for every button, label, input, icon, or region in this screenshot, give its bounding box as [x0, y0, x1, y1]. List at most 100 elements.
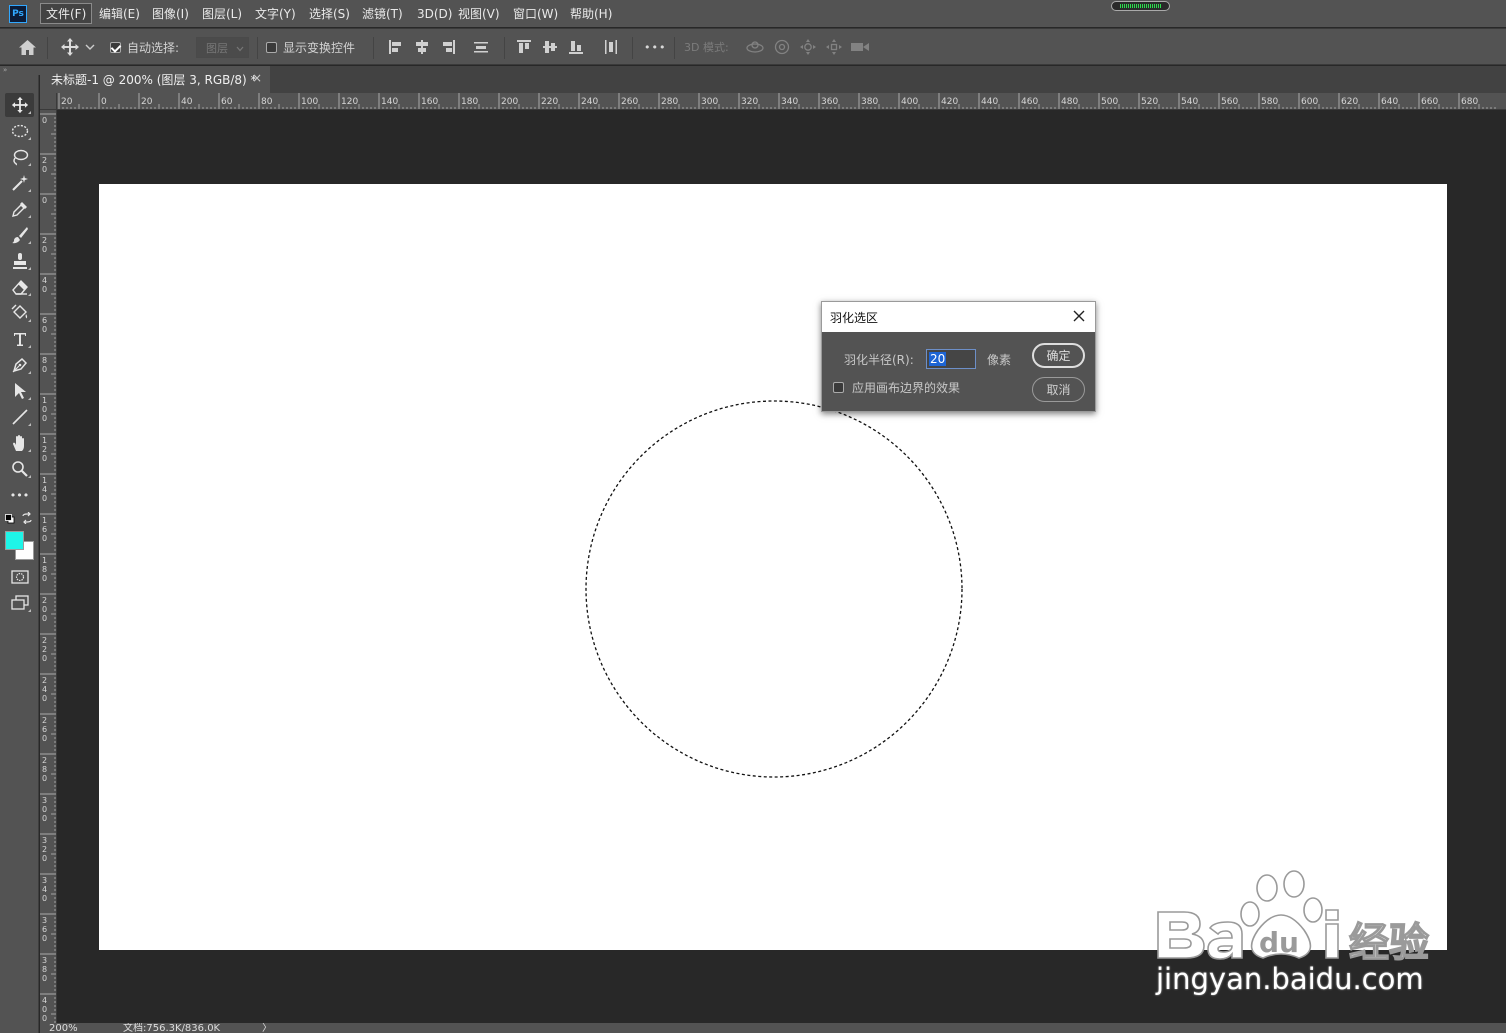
chevron-down-icon — [85, 44, 95, 50]
document-canvas[interactable] — [99, 184, 1447, 950]
close-icon[interactable] — [1071, 308, 1087, 324]
eraser-tool[interactable] — [5, 275, 34, 299]
cancel-button[interactable]: 取消 — [1032, 377, 1085, 402]
zoom-level-field[interactable]: 200% — [40, 1023, 90, 1033]
menu-bar: Ps 文件(F) 编辑(E) 图像(I) 图层(L) 文字(Y) 选择(S) 滤镜(T) 3D… — [0, 0, 1506, 27]
menu-item-7[interactable]: 3D(D) — [412, 3, 457, 24]
menu-item-6[interactable]: 滤镜(T) — [357, 3, 408, 24]
3d-orbit-button[interactable] — [745, 29, 765, 65]
ruler-label-char: 3 — [42, 796, 47, 805]
distribute-vertical-button[interactable] — [473, 29, 489, 65]
auto-select-checkbox[interactable] — [110, 41, 121, 53]
ruler-label: 660 — [1421, 97, 1438, 107]
ruler-label-char: 2 — [42, 645, 47, 654]
align-horizontal-center-button[interactable] — [414, 29, 430, 65]
align-top-icon — [517, 40, 531, 53]
quick-mask-button[interactable] — [5, 565, 34, 589]
pen-tool[interactable] — [5, 353, 34, 377]
zoom-tool[interactable] — [5, 457, 34, 481]
ruler-label: 260 — [621, 97, 638, 107]
home-button[interactable] — [18, 29, 37, 65]
brush-tool[interactable] — [5, 223, 34, 247]
screen-mode-button[interactable] — [5, 591, 34, 615]
more-options-button[interactable]: ••• — [644, 29, 666, 65]
auto-select-option[interactable]: 自动选择: — [110, 29, 179, 65]
3d-slide-button[interactable] — [825, 29, 843, 65]
magic-wand-tool[interactable] — [5, 171, 34, 195]
move-tool[interactable] — [5, 93, 34, 117]
clone-stamp-tool[interactable] — [5, 249, 34, 273]
3d-camera-button[interactable] — [850, 29, 870, 65]
ruler-label-char: 8 — [42, 356, 47, 365]
3d-pan-button[interactable] — [799, 29, 817, 65]
ruler-label: 620 — [1341, 97, 1358, 107]
type-tool[interactable] — [5, 327, 34, 351]
move-tool-preset-button[interactable] — [60, 29, 95, 65]
feather-radius-input[interactable]: 20 — [926, 349, 976, 369]
elliptical-marquee-tool[interactable] — [5, 119, 34, 143]
close-icon[interactable]: × — [252, 71, 262, 85]
move-icon — [11, 96, 28, 114]
document-size-info[interactable]: 文档:756.3K/836.0K — [123, 1023, 220, 1033]
ruler-label: 640 — [1381, 97, 1398, 107]
svg-text:du: du — [1259, 926, 1299, 959]
menu-item-8[interactable]: 视图(V) — [453, 3, 505, 24]
document-tab[interactable]: 未标题-1 @ 200% (图层 3, RGB/8) * × — [40, 66, 270, 93]
menu-item-0[interactable]: 文件(F) — [40, 3, 93, 24]
ruler-label: 100 — [301, 97, 318, 107]
move-icon — [61, 38, 79, 56]
menu-item-9[interactable]: 窗口(W) — [508, 3, 563, 24]
eraser-icon — [11, 279, 28, 295]
hand-tool[interactable] — [5, 431, 34, 455]
show-transform-checkbox[interactable] — [266, 41, 277, 53]
3d-roll-icon — [774, 39, 790, 55]
align-vertical-center-button[interactable] — [542, 29, 558, 65]
magnifier-icon — [11, 461, 28, 477]
show-transform-option[interactable]: 显示变换控件 — [266, 29, 355, 65]
default-colors-button[interactable] — [5, 513, 15, 524]
menu-item-10[interactable]: 帮助(H) — [565, 3, 617, 24]
swap-colors-button[interactable] — [21, 511, 33, 525]
foreground-color-swatch[interactable] — [5, 531, 24, 550]
ok-button[interactable]: 确定 — [1032, 343, 1085, 368]
stamp-icon — [12, 253, 27, 269]
distribute-horizontal-button[interactable] — [603, 29, 619, 65]
menu-item-4[interactable]: 文字(Y) — [250, 3, 301, 24]
status-menu-arrow-icon[interactable]: 〉 — [262, 1023, 272, 1033]
3d-pan-icon — [800, 39, 816, 55]
menu-item-5[interactable]: 选择(S) — [304, 3, 355, 24]
ruler-label-char: 1 — [42, 556, 47, 565]
auto-select-label: 自动选择: — [127, 40, 180, 55]
document-tab-title: 未标题-1 @ 200% (图层 3, RGB/8) * — [51, 73, 257, 87]
eyedropper-tool[interactable] — [5, 197, 34, 221]
ruler-label: 500 — [1101, 97, 1118, 107]
ruler-label-char: 3 — [42, 956, 47, 965]
vertical-ruler[interactable]: 0200204060801001201401601802002202402602… — [40, 110, 57, 1023]
ruler-label: 420 — [941, 97, 958, 107]
paint-bucket-tool[interactable] — [5, 301, 34, 325]
ellipse-marquee-icon — [11, 124, 28, 138]
align-top-button[interactable] — [516, 29, 532, 65]
3d-roll-button[interactable] — [773, 29, 791, 65]
horizontal-ruler[interactable]: 20 0 20 40 60 80 100 120 140 160 180 200 220 240 260 28… — [57, 93, 1506, 110]
ruler-label-char: 2 — [42, 716, 47, 725]
auto-select-target-dropdown[interactable]: 图层 — [196, 37, 249, 58]
separator — [504, 37, 505, 59]
edit-toolbar-button[interactable]: ••• — [5, 483, 34, 507]
panel-collapse-toggle[interactable]: » — [0, 66, 40, 75]
path-selection-tool[interactable] — [5, 379, 34, 403]
ruler-origin[interactable] — [40, 93, 57, 110]
menu-item-3[interactable]: 图层(L) — [197, 3, 247, 24]
menu-item-1[interactable]: 编辑(E) — [94, 3, 145, 24]
lasso-tool[interactable] — [5, 145, 34, 169]
ruler-label: 140 — [381, 97, 398, 107]
align-right-button[interactable] — [440, 29, 456, 65]
line-tool[interactable] — [5, 405, 34, 429]
menu-item-2[interactable]: 图像(I) — [147, 3, 194, 24]
ruler-label-char: 0 — [42, 654, 47, 663]
align-bottom-button[interactable] — [568, 29, 584, 65]
align-left-button[interactable] — [388, 29, 404, 65]
ruler-label-char: 0 — [42, 454, 47, 463]
apply-canvas-bounds-checkbox[interactable] — [833, 382, 844, 393]
3d-orbit-icon — [746, 41, 764, 53]
